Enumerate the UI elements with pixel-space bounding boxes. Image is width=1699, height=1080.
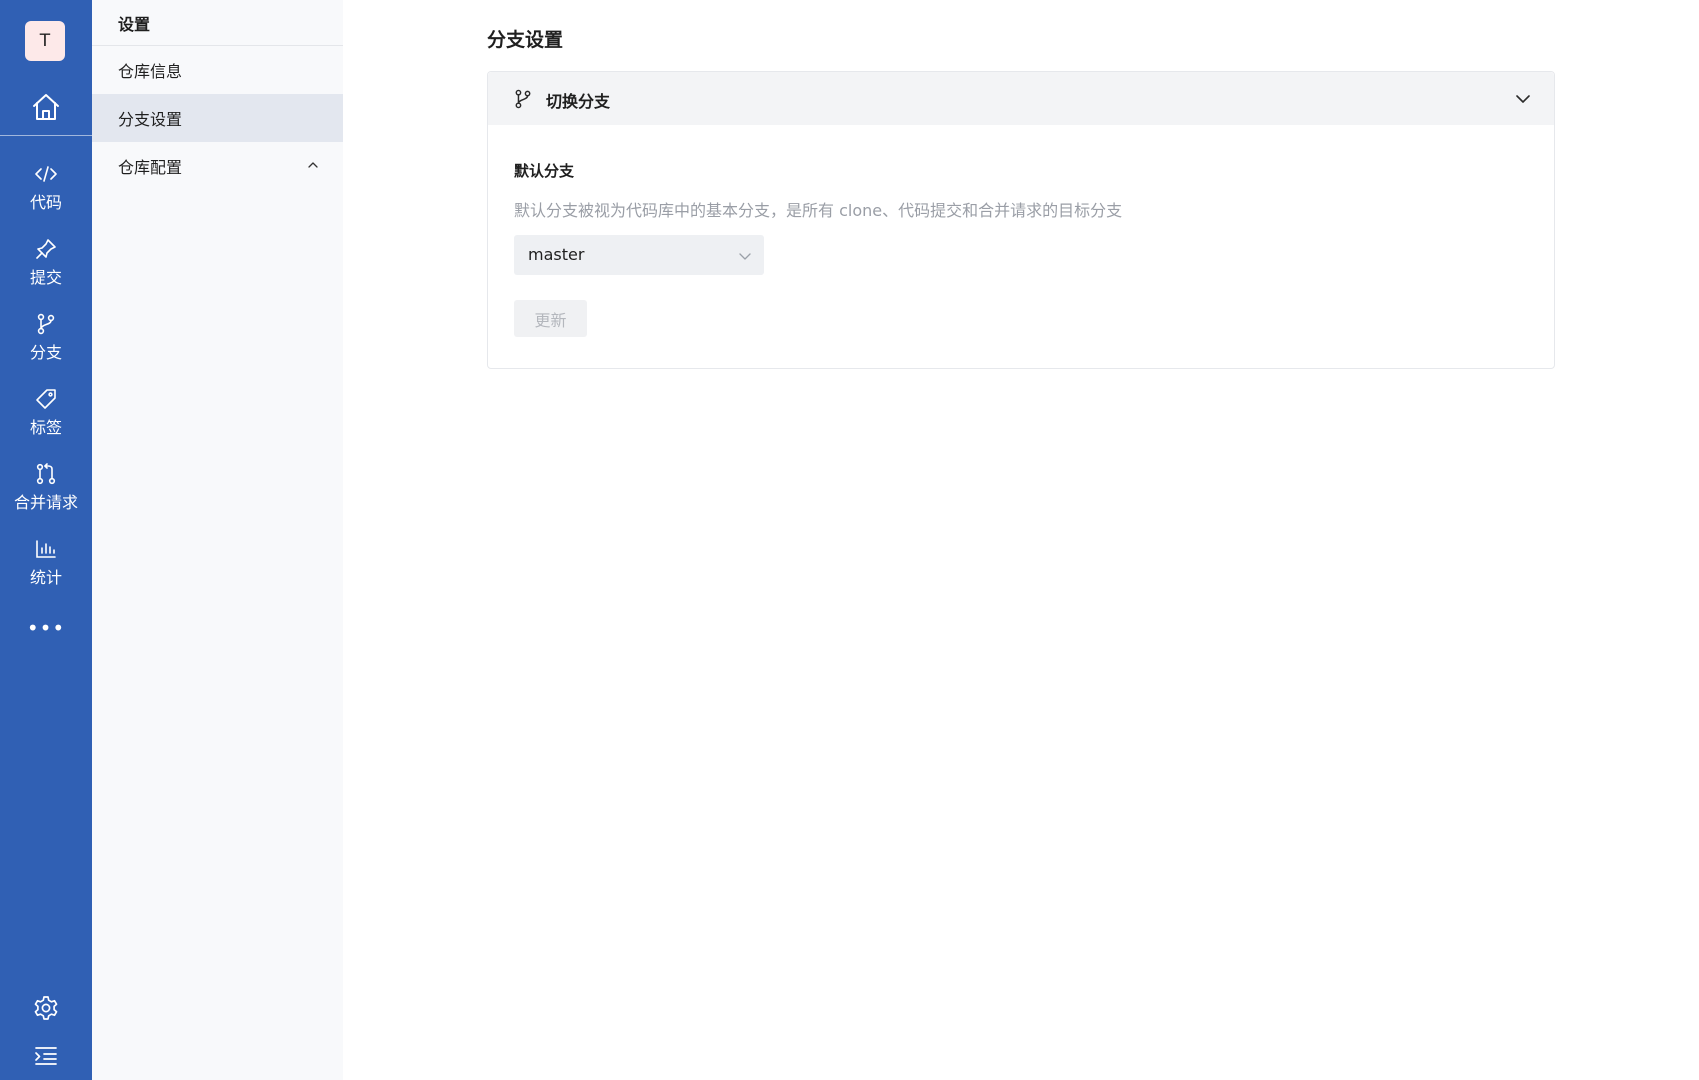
rail-item-label: 标签 [29, 418, 62, 437]
rail-item-tags[interactable]: 标签 [0, 385, 92, 449]
rail-item-code[interactable]: 代码 [0, 160, 92, 224]
chevron-down-icon [739, 253, 751, 260]
merge-request-icon [36, 463, 56, 485]
avatar-letter: T [39, 31, 51, 51]
rail-item-label: 代码 [29, 193, 62, 212]
subnav-item-repo-config[interactable]: 仓库配置 [92, 142, 343, 190]
pin-icon [36, 239, 56, 259]
collapse-menu-icon [35, 1047, 57, 1065]
subnav-item-repo-info[interactable]: 仓库信息 [92, 46, 343, 94]
settings-subnav: 设置 仓库信息 分支设置 仓库配置 [92, 0, 343, 1080]
rail-item-label: 合并请求 [13, 493, 78, 512]
select-value: master [528, 245, 585, 264]
bar-chart-icon [36, 540, 56, 558]
panel-header[interactable]: 切换分支 [488, 72, 1554, 125]
rail-item-statistics[interactable]: 统计 [0, 535, 92, 599]
gear-icon [34, 996, 58, 1020]
update-button[interactable]: 更新 [514, 300, 587, 337]
home-icon [33, 94, 59, 120]
rail-item-commits[interactable]: 提交 [0, 235, 92, 299]
home-button[interactable] [29, 90, 63, 124]
subnav-item-branch-settings[interactable]: 分支设置 [92, 94, 343, 142]
default-branch-description: 默认分支被视为代码库中的基本分支，是所有 clone、代码提交和合并请求的目标分… [514, 201, 1123, 220]
subnav-item-label: 仓库配置 [118, 158, 183, 177]
rail-item-merge-requests[interactable]: 合并请求 [0, 460, 92, 524]
collapse-sidebar-button[interactable] [32, 1044, 60, 1068]
default-branch-label: 默认分支 [514, 162, 575, 180]
rail-item-label: 分支 [29, 343, 62, 362]
more-button[interactable]: ••• [26, 616, 66, 640]
branch-icon [515, 89, 531, 109]
repo-avatar[interactable]: T [25, 21, 65, 61]
rail-divider [0, 135, 92, 136]
more-icon: ••• [26, 616, 66, 640]
chevron-up-icon [308, 162, 318, 168]
rail-item-label: 统计 [29, 568, 62, 587]
subnav-item-label: 分支设置 [118, 110, 183, 129]
left-rail: T 代码 提交 分支 标签 合并请求 统计 ••• [0, 0, 92, 1080]
panel-header-label: 切换分支 [546, 92, 611, 111]
switch-branch-panel: 切换分支 默认分支 默认分支被视为代码库中的基本分支，是所有 clone、代码提… [487, 71, 1555, 369]
subnav-title: 设置 [118, 15, 151, 34]
code-icon [35, 166, 57, 182]
default-branch-select[interactable]: master [514, 235, 764, 275]
subnav-item-label: 仓库信息 [118, 62, 183, 81]
rail-item-branches[interactable]: 分支 [0, 310, 92, 374]
rail-item-label: 提交 [29, 268, 62, 287]
tag-icon [36, 389, 56, 409]
chevron-down-icon[interactable] [1514, 90, 1532, 108]
settings-button[interactable] [32, 994, 60, 1022]
page-title: 分支设置 [487, 29, 564, 51]
branch-icon [37, 313, 55, 335]
